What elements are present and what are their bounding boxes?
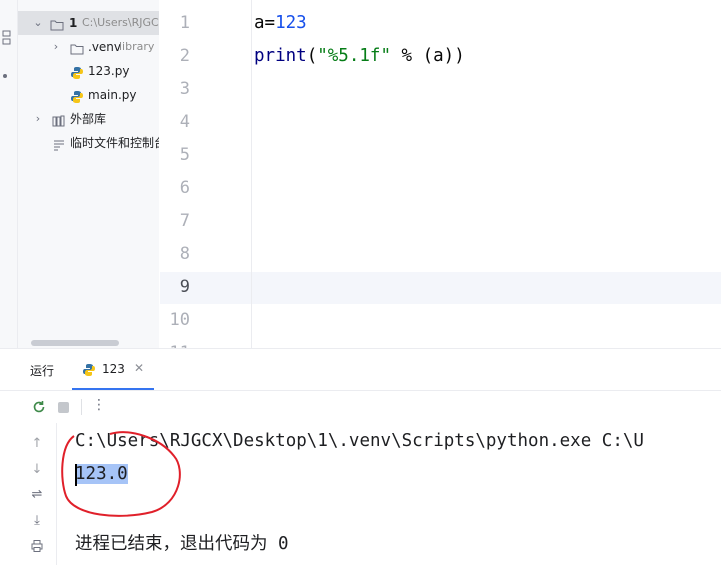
tree-item-scratches[interactable]: 临时文件和控制台 xyxy=(18,131,159,155)
folder-icon xyxy=(70,40,84,55)
python-file-icon xyxy=(82,362,96,376)
editor-gutter: 1 2 3 4 5 6 7 8 9 10 11 xyxy=(160,0,252,348)
code-line[interactable]: a=123 xyxy=(254,7,307,40)
line-number: 10 xyxy=(169,310,190,330)
line-number: 1 xyxy=(179,13,190,33)
structure-icon[interactable] xyxy=(2,30,12,46)
print-icon[interactable] xyxy=(29,539,45,555)
chevron-right-icon[interactable]: › xyxy=(50,35,62,59)
activity-strip xyxy=(0,0,18,348)
code-editor[interactable]: a=123 print("%5.1f" % (a)) xyxy=(252,0,721,348)
code-token-var: a= xyxy=(254,13,276,33)
stop-icon[interactable] xyxy=(58,402,69,413)
chevron-down-icon[interactable]: ⌄ xyxy=(32,11,44,35)
code-token-number: 123 xyxy=(275,13,307,33)
tree-item-file[interactable]: main.py xyxy=(18,83,159,107)
tree-root[interactable]: ⌄ 1 C:\Users\RJGCX xyxy=(18,11,159,35)
more-tools-icon[interactable] xyxy=(3,74,7,78)
line-number: 5 xyxy=(179,145,190,165)
tree-item-venv-label: .venv xyxy=(88,40,122,54)
tree-horizontal-scrollbar[interactable] xyxy=(31,340,119,346)
line-number: 4 xyxy=(179,112,190,132)
tree-item-scratches-label: 临时文件和控制台 xyxy=(70,136,159,150)
console-exit-message: 进程已结束，退出代码为 0 xyxy=(75,534,289,554)
tree-item-venv-hint: library xyxy=(119,40,155,53)
line-number: 11 xyxy=(160,337,190,348)
run-toolbar: ⋮ xyxy=(0,391,721,423)
tree-root-label: 1 xyxy=(69,16,78,30)
line-number: 3 xyxy=(179,79,190,99)
toolbar-divider xyxy=(81,399,82,415)
annotation-circle xyxy=(61,431,181,517)
library-icon xyxy=(52,112,66,127)
line-number: 2 xyxy=(179,46,190,66)
run-panel-tabs: 运行 123 ✕ xyxy=(0,349,721,391)
code-token-string: "%5.1f" xyxy=(317,46,391,66)
line-number: 8 xyxy=(179,244,190,264)
tab-run-config[interactable]: 123 ✕ xyxy=(72,349,154,390)
scratch-icon xyxy=(52,136,66,151)
code-line[interactable]: print("%5.1f" % (a)) xyxy=(254,40,465,73)
python-file-icon xyxy=(70,88,84,103)
code-token-rest: % (a)) xyxy=(391,46,465,66)
tree-item-file[interactable]: 123.py xyxy=(18,59,159,83)
project-tree: ⌄ 1 C:\Users\RJGCX › .venv library 123.p… xyxy=(18,0,159,348)
line-number: 6 xyxy=(179,178,190,198)
code-token-function: print xyxy=(254,46,307,66)
rerun-icon[interactable] xyxy=(31,399,47,415)
run-tool-title[interactable]: 运行 xyxy=(30,362,54,379)
tab-run-config-label: 123 xyxy=(102,362,125,376)
tree-item-external-libraries[interactable]: › 外部库 xyxy=(18,107,159,131)
line-number: 9 xyxy=(179,277,190,297)
tree-item-external-libraries-label: 外部库 xyxy=(70,112,107,126)
tree-item-file-label: 123.py xyxy=(88,64,130,78)
close-icon[interactable]: ✕ xyxy=(134,361,144,375)
chevron-right-icon[interactable]: › xyxy=(32,107,44,131)
more-icon[interactable]: ⋮ xyxy=(92,397,106,413)
line-number: 7 xyxy=(179,211,190,231)
folder-icon xyxy=(50,16,64,31)
tree-item-venv[interactable]: › .venv library xyxy=(18,35,159,59)
tree-root-path: C:\Users\RJGCX xyxy=(82,16,159,29)
tree-item-file-label: main.py xyxy=(88,88,137,102)
code-token-paren: ( xyxy=(306,46,318,66)
python-file-icon xyxy=(70,64,84,79)
